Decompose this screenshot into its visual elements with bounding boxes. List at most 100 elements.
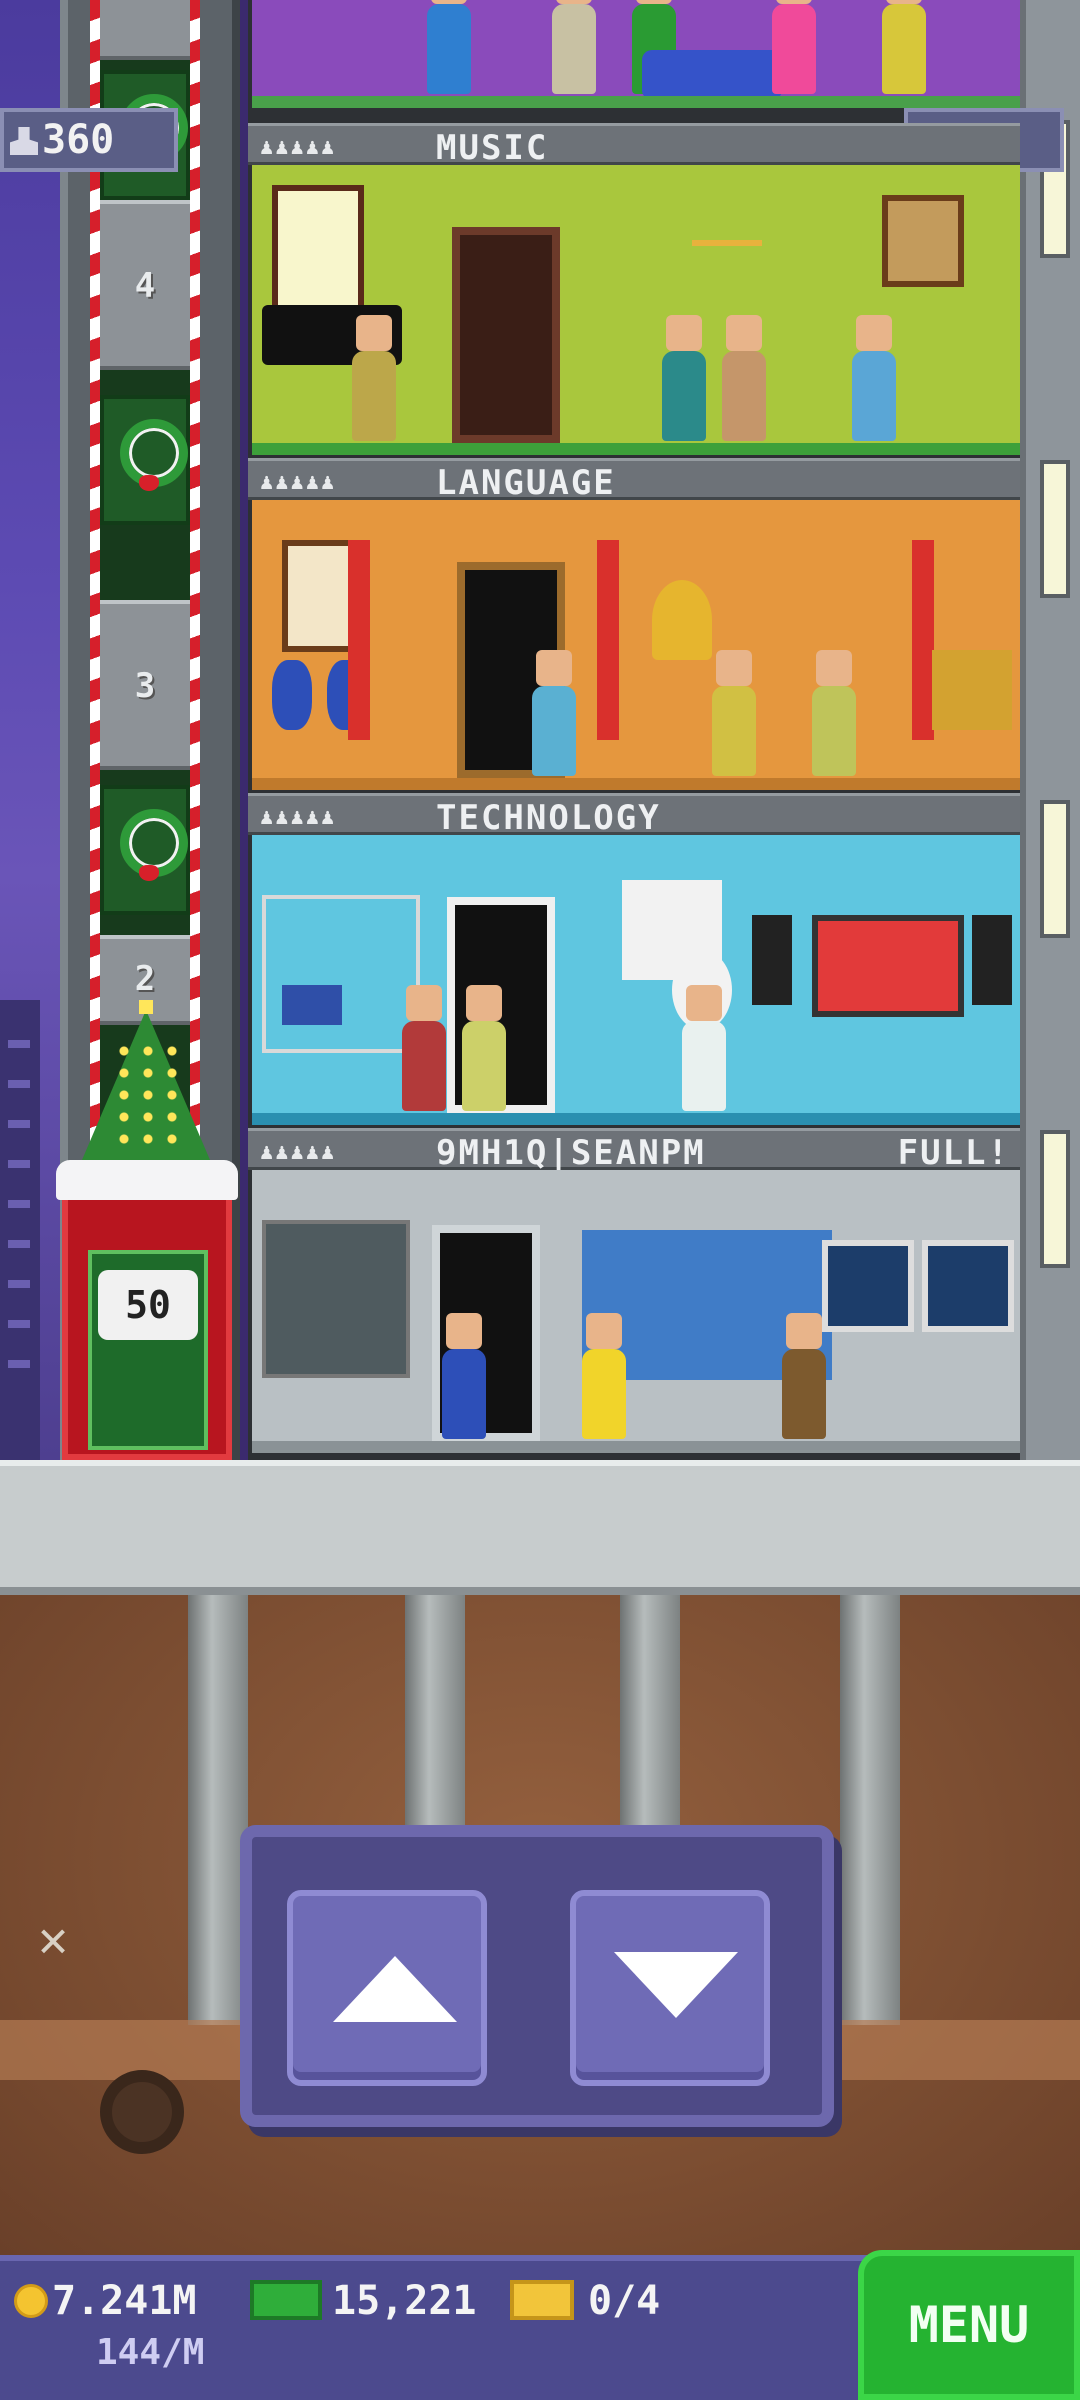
resident-avatar[interactable] (812, 650, 856, 776)
floor-music[interactable] (252, 165, 1020, 455)
wreath-icon (100, 785, 190, 915)
floor-strip (252, 778, 1020, 790)
star-icon (139, 1000, 153, 1014)
resident-avatar[interactable] (712, 650, 756, 776)
resident-avatar[interactable] (852, 315, 896, 441)
resident-avatar[interactable] (782, 1313, 826, 1439)
elevator-floor-4[interactable]: 4 (100, 200, 190, 370)
candy-cane-pole-right (190, 0, 200, 1180)
doorway (452, 227, 560, 443)
floor-name: LANGUAGE (436, 463, 616, 503)
coin-icon (14, 2284, 48, 2318)
coins-display[interactable]: 7.241M (14, 2278, 197, 2324)
resident-slots: ♟♟♟♟♟ (260, 805, 337, 830)
dinosaur-skeleton-icon (880, 2110, 1040, 2190)
computer (822, 1240, 914, 1332)
floor-number: 3 (134, 666, 156, 706)
floor-strip (252, 1441, 1020, 1453)
pillar (348, 540, 370, 740)
resident-avatar[interactable] (682, 985, 726, 1111)
chandelier (692, 180, 762, 246)
up-arrow-icon (333, 1956, 457, 2022)
candy-cane-pole-left (90, 0, 100, 1180)
resident-avatar[interactable] (722, 315, 766, 441)
monitor (282, 985, 342, 1025)
floor-name: 9MH1Q|SEANPM (436, 1133, 706, 1173)
floor-label-language[interactable]: ♟♟♟♟♟ LANGUAGE (248, 458, 1020, 503)
resident-avatar[interactable] (402, 985, 446, 1111)
speaker (752, 915, 792, 1005)
floor-number: 4 (134, 266, 156, 306)
throne (652, 580, 712, 660)
resident-avatar[interactable] (582, 1313, 626, 1439)
resident-avatar[interactable] (552, 0, 596, 94)
menu-button[interactable]: MENU (858, 2250, 1080, 2400)
speaker (972, 915, 1012, 1005)
elevator-capacity-sign: 50 (98, 1270, 198, 1340)
floor-technology[interactable] (252, 835, 1020, 1125)
bux-display[interactable]: 15,221 (250, 2278, 477, 2324)
street-level (0, 1460, 1080, 1595)
sofa (642, 50, 782, 100)
tree-lights (112, 1040, 182, 1150)
floor-label-music[interactable]: ♟♟♟♟♟ MUSIC (248, 123, 1020, 168)
resident-avatar[interactable] (442, 1313, 486, 1439)
vase (272, 660, 312, 730)
buried-tire (100, 2070, 184, 2154)
background-building (0, 1000, 40, 1460)
floor-lab[interactable] (252, 1170, 1020, 1453)
elevator-floor-3[interactable]: 3 (100, 600, 190, 770)
bone-icon: ✕ (38, 1910, 69, 1968)
person-icon (10, 127, 38, 155)
painting (882, 195, 964, 287)
pyramid (932, 650, 1012, 730)
resident-slots: ♟♟♟♟♟ (260, 470, 337, 495)
pillar (597, 540, 619, 740)
rail-window (1040, 460, 1070, 598)
floor-language[interactable] (252, 500, 1020, 790)
floor-name: MUSIC (436, 128, 549, 168)
floor-name: TECHNOLOGY (436, 798, 661, 838)
floor-top-partial[interactable] (252, 0, 1020, 108)
snow-roof (56, 1160, 238, 1200)
pillar (912, 540, 934, 740)
bux-icon (250, 2280, 322, 2320)
floor-number: 2 (134, 959, 156, 999)
tv-screen (812, 915, 964, 1017)
elevator-floor-5[interactable]: 5 (100, 0, 190, 60)
resident-avatar[interactable] (427, 0, 471, 94)
computer (922, 1240, 1014, 1332)
bux-value: 15,221 (332, 2278, 477, 2324)
resident-avatar[interactable] (462, 985, 506, 1111)
support-column (840, 1595, 900, 2025)
ticket-icon (510, 2280, 574, 2320)
coin-rate: 144/M (96, 2332, 205, 2373)
wreath-icon (100, 395, 190, 525)
specimen-shelf (262, 1220, 410, 1378)
elevator-up-button[interactable] (287, 1890, 487, 2086)
rail-window (1040, 1130, 1070, 1268)
floor-label-lab[interactable]: ♟♟♟♟♟ 9MH1Q|SEANPM FULL! (248, 1128, 1020, 1173)
floor-status: FULL! (897, 1133, 1010, 1173)
elevator-down-button[interactable] (570, 1890, 770, 2086)
population-counter[interactable]: 360 (0, 108, 178, 172)
support-column (188, 1595, 248, 2025)
population-value: 360 (42, 117, 115, 163)
resident-slots: ♟♟♟♟♟ (260, 1140, 337, 1165)
floor-strip (252, 96, 1020, 108)
resident-avatar[interactable] (352, 315, 396, 441)
tickets-value: 0/4 (588, 2278, 661, 2324)
floor-strip (252, 443, 1020, 455)
tickets-display[interactable]: 0/4 (510, 2278, 660, 2324)
floor-strip (252, 1113, 1020, 1125)
resident-avatar[interactable] (772, 0, 816, 94)
rail-window (1040, 800, 1070, 938)
resident-avatar[interactable] (882, 0, 926, 94)
coins-value: 7.241M (52, 2278, 197, 2324)
shelf (262, 895, 420, 1053)
resident-avatar[interactable] (532, 650, 576, 776)
resident-slots: ♟♟♟♟♟ (260, 135, 337, 160)
resident-avatar[interactable] (662, 315, 706, 441)
floor-label-technology[interactable]: ♟♟♟♟♟ TECHNOLOGY (248, 793, 1020, 838)
down-arrow-icon (614, 1952, 738, 2018)
